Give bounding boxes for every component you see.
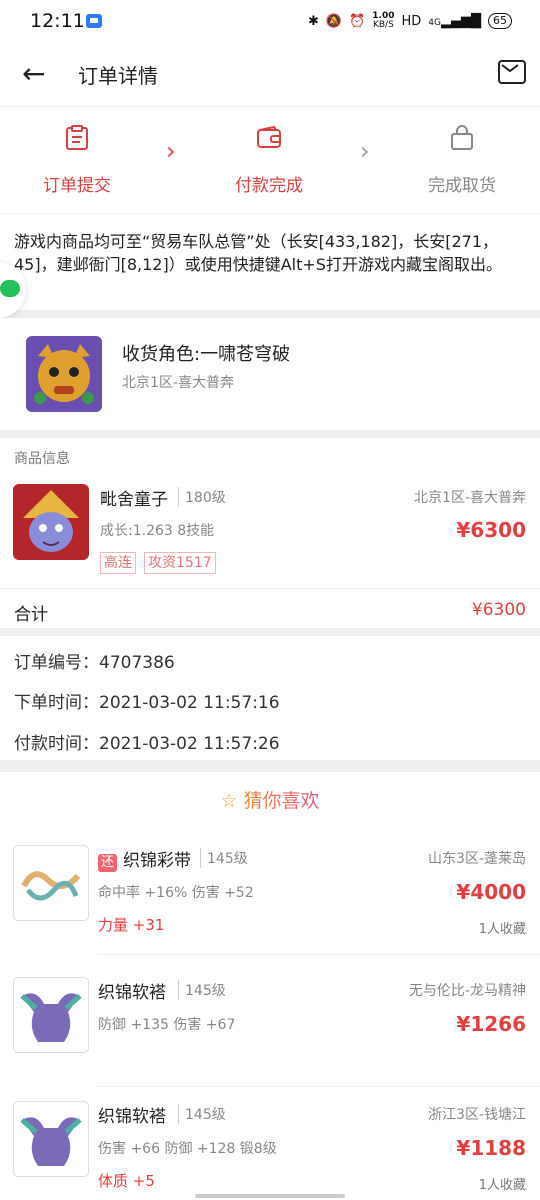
step-payment-complete: 付款完成	[179, 107, 359, 213]
step-label: 付款完成	[235, 176, 303, 196]
chevron-right-icon: ›	[360, 137, 370, 165]
home-indicator[interactable]	[195, 1194, 345, 1198]
battery-icon: 65	[488, 13, 512, 29]
receiver-server: 北京1区-喜大普奔	[122, 375, 234, 391]
step-label: 完成取货	[428, 176, 496, 196]
clipboard-icon	[66, 125, 88, 150]
item-attrs: 防御 +135 伤害 +67	[98, 1017, 236, 1033]
section-title: 商品信息	[14, 451, 70, 467]
item-attrs: 伤害 +66 防御 +128 锻8级	[98, 1141, 277, 1157]
goods-name: 毗舍童子	[100, 490, 168, 510]
receiver-role: 收货角色:一啸苍穹破	[122, 344, 291, 365]
goods-section: 商品信息 毗舍童子 180级 北京1区-喜大普奔 成长:1.263 8技能 ¥6…	[0, 438, 540, 628]
step-pickup-complete: 完成取货	[372, 107, 540, 213]
order-progress: 订单提交 › 付款完成 › 完成取货	[0, 107, 540, 213]
item-price: ¥1188	[456, 1136, 526, 1160]
shopping-bag-icon	[451, 125, 473, 150]
star-icon: ☆	[220, 790, 238, 812]
goods-server: 北京1区-喜大普奔	[414, 490, 526, 506]
recommend-section: ☆ 猜你喜欢 还织锦彩带 145级 山东3区-蓬莱岛 命中率 +16% 伤害 +…	[0, 772, 540, 1200]
list-item[interactable]: 还织锦彩带 145级 山东3区-蓬莱岛 命中率 +16% 伤害 +52 ¥400…	[0, 832, 540, 955]
clock: 12:11	[30, 10, 85, 32]
mute-icon: 🔕	[325, 13, 343, 29]
pickup-notice: 游戏内商品均可至“贸易车队总管”处（长安[433,182]，长安[271，45]…	[0, 214, 540, 310]
item-name: 织锦软褡	[98, 983, 166, 1003]
order-number: 订单编号：4707386	[14, 653, 175, 673]
step-label: 订单提交	[43, 176, 111, 196]
back-arrow-icon[interactable]: ←	[22, 60, 45, 88]
item-thumbnail	[13, 845, 89, 921]
mail-icon[interactable]	[498, 60, 526, 84]
goods-price: ¥6300	[456, 518, 526, 542]
receiver-card: 收货角色:一啸苍穹破 北京1区-喜大普奔	[0, 318, 540, 430]
item-level: 145级	[200, 848, 248, 868]
notification-app-icon	[86, 14, 102, 28]
hd-label: HD	[401, 13, 422, 29]
total-value: ¥6300	[471, 600, 526, 620]
item-name: 织锦软褡	[98, 1107, 166, 1127]
item-price: ¥1266	[456, 1012, 526, 1036]
role-avatar	[26, 336, 102, 412]
order-info: 订单编号：4707386 下单时间：2021-03-02 11:57:16 付款…	[0, 636, 540, 760]
item-level: 145级	[178, 1104, 226, 1124]
status-bar: 12:11 ✱ 🔕 ⏰ 1.00 KB/S HD 4G▂▄▆█ 65	[0, 0, 540, 44]
item-extra: 体质 +5	[98, 1172, 155, 1190]
return-badge: 还	[98, 854, 118, 872]
divider	[0, 588, 540, 589]
item-thumbnail	[13, 1101, 89, 1177]
item-favorites: 1人收藏	[478, 1178, 526, 1193]
divider	[98, 1086, 540, 1087]
wallet-icon	[257, 125, 281, 148]
net-speed: 1.00 KB/S	[372, 11, 395, 30]
chevron-right-icon: ›	[166, 137, 176, 165]
tag: 高连	[100, 552, 136, 574]
item-attrs: 命中率 +16% 伤害 +52	[98, 885, 254, 901]
item-extra: 力量 +31	[98, 916, 165, 934]
goods-image[interactable]	[13, 484, 89, 560]
step-order-submitted: 订单提交	[0, 107, 167, 213]
tag: 攻资1517	[144, 552, 216, 574]
order-created-time: 下单时间：2021-03-02 11:57:16	[14, 693, 280, 713]
order-paid-time: 付款时间：2021-03-02 11:57:26	[14, 734, 280, 754]
divider	[98, 954, 540, 955]
goods-level: 180级	[178, 487, 226, 507]
goods-growth: 成长:1.263 8技能	[100, 523, 215, 539]
item-level: 145级	[178, 980, 226, 1000]
item-server: 浙江3区-钱塘江	[428, 1107, 526, 1123]
list-item[interactable]: 织锦软褡 145级 无与伦比-龙马精神 防御 +135 伤害 +67 ¥1266	[0, 964, 540, 1087]
total-label: 合计	[14, 605, 48, 625]
alarm-icon: ⏰	[349, 13, 366, 29]
nav-bar: ← 订单详情	[0, 44, 540, 107]
signal-icon: 4G▂▄▆█	[428, 13, 481, 29]
item-name: 还织锦彩带	[98, 846, 191, 872]
recommend-title: ☆ 猜你喜欢	[220, 790, 320, 812]
page-title: 订单详情	[78, 64, 158, 88]
list-item[interactable]: 织锦软褡 145级 浙江3区-钱塘江 伤害 +66 防御 +128 锻8级 ¥1…	[0, 1088, 540, 1200]
item-thumbnail	[13, 977, 89, 1053]
item-server: 山东3区-蓬莱岛	[428, 851, 526, 867]
status-icons: ✱ 🔕 ⏰ 1.00 KB/S HD 4G▂▄▆█ 65	[308, 12, 512, 30]
notice-text: 游戏内商品均可至“贸易车队总管”处（长安[433,182]，长安[271，45]…	[14, 232, 502, 274]
bluetooth-icon: ✱	[308, 13, 319, 29]
item-server: 无与伦比-龙马精神	[408, 983, 526, 999]
item-price: ¥4000	[456, 880, 526, 904]
item-favorites: 1人收藏	[478, 922, 526, 937]
